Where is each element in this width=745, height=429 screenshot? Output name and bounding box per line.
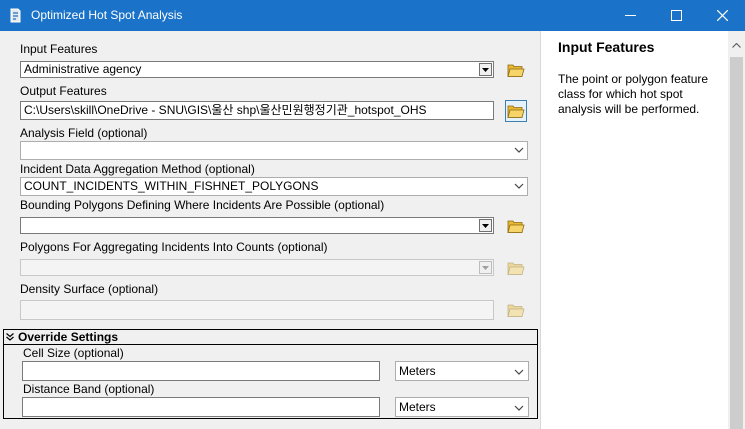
input-features-value: Administrative agency — [24, 62, 142, 76]
distance-band-input[interactable] — [22, 397, 380, 417]
aggregating-polygons-combo — [20, 259, 494, 276]
aggregation-method-select[interactable]: COUNT_INCIDENTS_WITHIN_FISHNET_POLYGONS — [20, 177, 528, 196]
scrollbar-thumb[interactable] — [730, 57, 743, 429]
override-settings-group: Override Settings Cell Size (optional) M… — [3, 329, 538, 419]
distance-band-unit-select[interactable]: Meters — [395, 397, 529, 417]
output-features-label: Output Features — [20, 84, 107, 98]
bounding-polygons-browse-button[interactable] — [505, 215, 527, 237]
title-bar: Optimized Hot Spot Analysis — [0, 0, 745, 31]
dropdown-arrow-icon — [482, 223, 489, 228]
cell-size-unit-value: Meters — [399, 364, 436, 378]
analysis-field-select[interactable] — [20, 141, 528, 160]
cell-size-input[interactable] — [22, 361, 380, 381]
input-features-label: Input Features — [20, 42, 98, 56]
open-folder-icon — [507, 105, 525, 118]
distance-band-unit-value: Meters — [399, 400, 436, 414]
aggregating-polygons-label: Polygons For Aggregating Incidents Into … — [20, 240, 328, 254]
input-features-browse-button[interactable] — [505, 59, 527, 81]
chevron-down-icon — [514, 147, 524, 153]
close-icon — [716, 10, 728, 21]
aggregation-method-value: COUNT_INCIDENTS_WITHIN_FISHNET_POLYGONS — [24, 179, 319, 193]
maximize-button[interactable] — [653, 0, 699, 31]
aggregating-polygons-browse-button — [505, 257, 527, 279]
analysis-field-label: Analysis Field (optional) — [20, 126, 148, 140]
cell-size-label: Cell Size (optional) — [23, 346, 124, 360]
scroll-up-arrow-icon[interactable] — [732, 43, 741, 48]
input-features-combo[interactable]: Administrative agency — [20, 61, 494, 78]
window-title: Optimized Hot Spot Analysis — [31, 8, 183, 22]
maximize-icon — [670, 10, 682, 21]
density-surface-browse-button — [505, 299, 527, 321]
aggregation-method-label: Incident Data Aggregation Method (option… — [20, 162, 255, 176]
minimize-icon — [624, 15, 636, 16]
distance-band-label: Distance Band (optional) — [23, 382, 155, 396]
aggregating-polygons-dropdown-button — [479, 261, 492, 274]
open-folder-icon — [507, 262, 525, 275]
dropdown-arrow-icon — [482, 265, 489, 270]
density-surface-input — [20, 300, 494, 320]
help-title: Input Features — [558, 39, 655, 55]
dropdown-arrow-icon — [482, 67, 489, 72]
input-features-dropdown-button[interactable] — [479, 63, 492, 76]
output-features-value: C:\Users\skill\OneDrive - SNU\GIS\울산 shp… — [24, 103, 427, 117]
open-folder-icon — [507, 304, 525, 317]
override-settings-header[interactable]: Override Settings — [4, 330, 537, 345]
open-folder-icon — [507, 220, 525, 233]
output-features-input[interactable]: C:\Users\skill\OneDrive - SNU\GIS\울산 shp… — [20, 101, 494, 120]
chevron-down-icon — [514, 369, 524, 375]
bounding-polygons-label: Bounding Polygons Defining Where Inciden… — [20, 198, 385, 212]
bounding-polygons-dropdown-button[interactable] — [479, 219, 492, 232]
help-panel: Input Features The point or polygon feat… — [540, 31, 745, 429]
help-scrollbar[interactable] — [728, 31, 745, 429]
chevron-down-icon — [514, 405, 524, 411]
parameters-panel: Input Features Administrative agency Out… — [0, 31, 540, 429]
cell-size-unit-select[interactable]: Meters — [395, 361, 529, 381]
open-folder-icon — [507, 64, 525, 77]
override-settings-title: Override Settings — [18, 330, 119, 344]
bounding-polygons-combo[interactable] — [20, 217, 494, 234]
help-text: The point or polygon feature class for w… — [558, 72, 709, 116]
chevron-down-icon — [514, 183, 524, 189]
minimize-button[interactable] — [607, 0, 653, 31]
density-surface-label: Density Surface (optional) — [20, 282, 159, 296]
collapse-chevrons-icon — [6, 333, 14, 341]
close-button[interactable] — [699, 0, 745, 31]
output-features-browse-button[interactable] — [505, 100, 527, 122]
python-script-icon — [10, 8, 21, 23]
